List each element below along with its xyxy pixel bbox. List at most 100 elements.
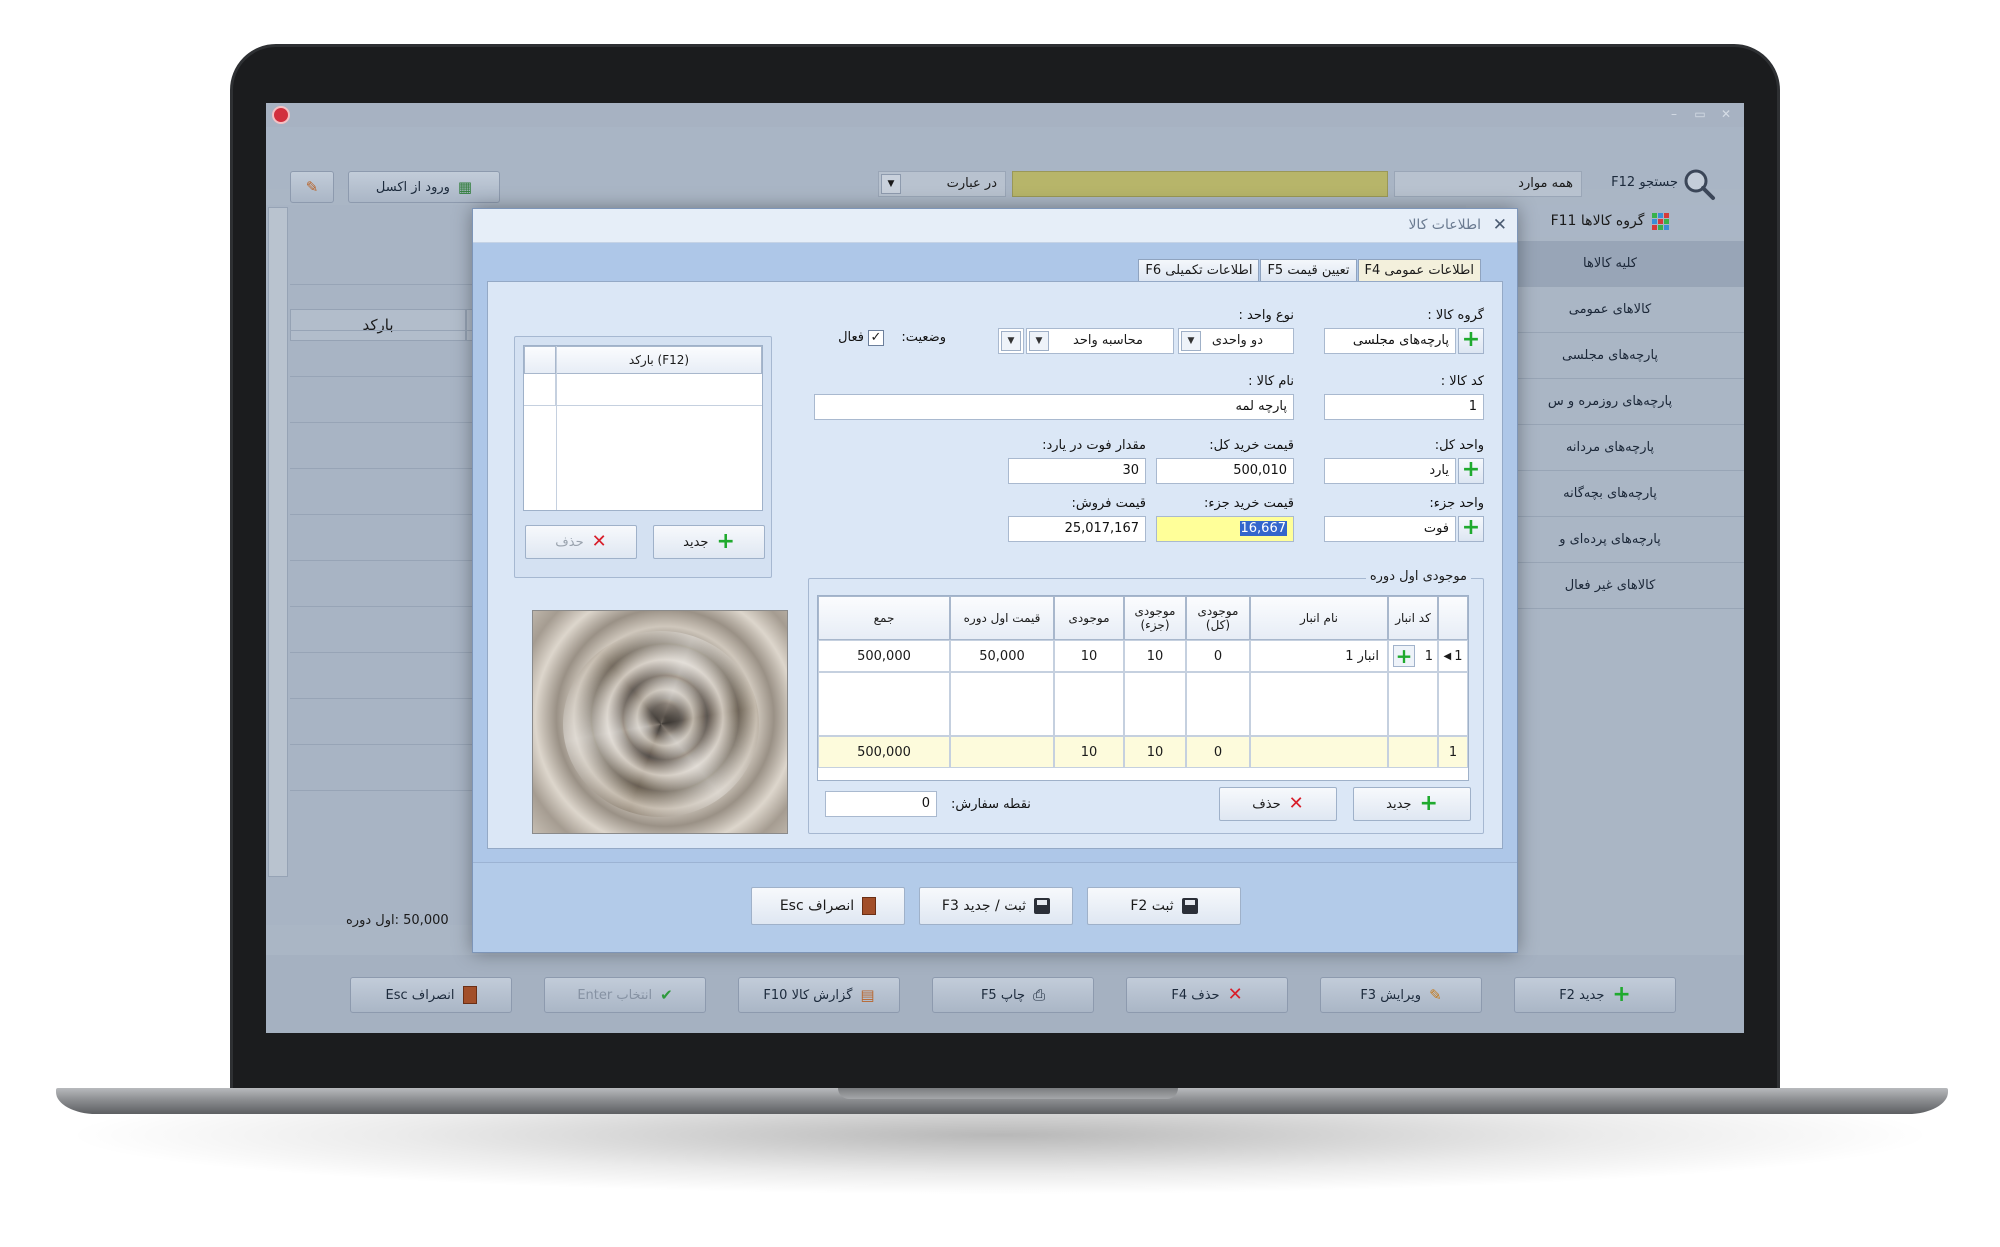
search-input[interactable]: [1012, 171, 1388, 197]
stock-cell-price[interactable]: 50,000: [950, 640, 1054, 672]
stock-summary-price: [950, 736, 1054, 768]
grid-scrollbar[interactable]: [268, 207, 288, 877]
stock-cell-total[interactable]: 0: [1186, 640, 1250, 672]
goods-info-dialog: اطلاعات کالا ✕ اطلاعات عمومی F4 تعیین قی…: [472, 208, 1518, 953]
cancel-label: انصراف Esc: [385, 987, 455, 1003]
code-field[interactable]: 1: [1324, 394, 1484, 420]
minimize-window-icon[interactable]: –: [1666, 107, 1682, 121]
stock-col-header[interactable]: موجودی (کل): [1186, 596, 1250, 640]
print-button[interactable]: ⎙ چاپ F5: [932, 977, 1094, 1013]
order-point-field[interactable]: 0: [825, 791, 937, 817]
chevron-down-icon[interactable]: ▼: [1001, 331, 1021, 351]
calc-unit-extra-dropdown[interactable]: ▼: [998, 328, 1024, 354]
stock-empty-cell: [1186, 672, 1250, 736]
active-checkbox[interactable]: ✓: [868, 330, 884, 346]
stock-cell-warehouse[interactable]: انبار 1: [1250, 640, 1388, 672]
stock-cell-stock[interactable]: 10: [1054, 640, 1124, 672]
dialog-tabs: اطلاعات عمومی F4 تعیین قیمت F5 اطلاعات ت…: [1137, 259, 1481, 283]
search-mode-value: در عبارت: [946, 176, 997, 191]
new-item-button[interactable]: + جدید F2: [1514, 977, 1676, 1013]
chevron-down-icon[interactable]: ▼: [1029, 331, 1049, 351]
printer-icon: ⎙: [1033, 986, 1046, 1004]
add-warehouse-icon[interactable]: +: [1393, 645, 1415, 667]
save-label: ثبت F2: [1130, 898, 1174, 914]
barcode-list[interactable]: (F12) بارکد: [523, 345, 763, 511]
stock-new-label: جدید: [1386, 796, 1412, 812]
stock-delete-button[interactable]: ✕ حذف: [1219, 787, 1337, 821]
barcode-new-label: جدید: [683, 534, 709, 550]
stock-col-header[interactable]: قیمت اول دوره: [950, 596, 1054, 640]
tab-general-info[interactable]: اطلاعات عمومی F4: [1357, 259, 1481, 283]
save-and-new-button[interactable]: ثبت / جدید F3: [919, 887, 1073, 925]
group-label: گروه کالا :: [1427, 308, 1484, 323]
buy-part-field[interactable]: 16,667: [1156, 516, 1294, 542]
calc-unit-value: محاسبه واحد: [1073, 333, 1143, 348]
exit-door-icon: [462, 986, 477, 1004]
barcode-col-divider: [556, 346, 557, 510]
delete-item-label: حذف F4: [1171, 987, 1220, 1003]
close-icon[interactable]: ✕: [1493, 215, 1507, 235]
unit-type-select[interactable]: ▼ دو واحدی: [1178, 328, 1294, 354]
stock-col-header[interactable]: موجودی: [1054, 596, 1124, 640]
calc-unit-select[interactable]: ▼ محاسبه واحد: [1026, 328, 1174, 354]
close-window-icon[interactable]: ✕: [1718, 107, 1734, 121]
delete-icon: ✕: [1227, 984, 1243, 1005]
stock-col-header[interactable]: کد انبار: [1388, 596, 1438, 640]
delete-item-button[interactable]: ✕ حذف F4: [1126, 977, 1288, 1013]
search-icon[interactable]: [1682, 167, 1716, 201]
main-unit-field[interactable]: یارد: [1324, 458, 1456, 484]
barcode-column-header[interactable]: (F12) بارکد: [556, 346, 762, 374]
search-mode-select[interactable]: ▼ در عبارت: [878, 171, 1006, 197]
report-button[interactable]: ▤ گزارش کالا F10: [738, 977, 900, 1013]
save-button[interactable]: ثبت F2: [1087, 887, 1241, 925]
stock-cell-part[interactable]: 10: [1124, 640, 1186, 672]
stock-col-header[interactable]: موجودی (جزء): [1124, 596, 1186, 640]
tab-pricing[interactable]: تعیین قیمت F5: [1260, 259, 1357, 281]
barcode-new-button[interactable]: + جدید: [653, 525, 765, 559]
group-field[interactable]: پارچه‌های مجلسی: [1324, 328, 1456, 354]
stock-empty-cell: [1388, 672, 1438, 736]
add-sub-unit-button[interactable]: +: [1458, 516, 1484, 542]
stock-new-button[interactable]: + جدید: [1353, 787, 1471, 821]
delete-icon: ✕: [591, 531, 607, 552]
cancel-button[interactable]: انصراف Esc: [350, 977, 512, 1013]
add-main-unit-button[interactable]: +: [1458, 458, 1484, 484]
add-group-button[interactable]: +: [1458, 328, 1484, 354]
barcode-row[interactable]: [556, 374, 762, 406]
feet-per-yard-field[interactable]: 30: [1008, 458, 1146, 484]
name-label: نام کالا :: [1248, 374, 1294, 389]
opening-stock-group: موجودی اول دوره کد انبار نام انبار موجود…: [808, 569, 1484, 834]
settings-button[interactable]: ✎: [290, 171, 334, 203]
sell-price-field[interactable]: 25,017,167: [1008, 516, 1146, 542]
dialog-title-bar: اطلاعات کالا ✕: [473, 209, 1517, 243]
edit-item-button[interactable]: ✎ ویرایش F3: [1320, 977, 1482, 1013]
search-scope-select[interactable]: همه موارد: [1394, 171, 1582, 197]
stock-delete-label: حذف: [1252, 796, 1281, 812]
sub-unit-field[interactable]: فوت: [1324, 516, 1456, 542]
dialog-cancel-button[interactable]: انصراف Esc: [751, 887, 905, 925]
stock-cell-code[interactable]: + 1: [1388, 640, 1438, 672]
stock-col-header[interactable]: جمع: [818, 596, 950, 640]
chevron-down-icon[interactable]: ▼: [1181, 331, 1201, 351]
excel-import-button[interactable]: ▦ ورود از اکسل: [348, 171, 500, 203]
dialog-title: اطلاعات کالا: [1408, 217, 1481, 233]
stock-cell-sum[interactable]: 500,000: [818, 640, 950, 672]
name-field[interactable]: پارچه لمه: [814, 394, 1294, 420]
stock-code-value: 1: [1424, 648, 1433, 664]
select-button[interactable]: ✔ انتخاب Enter: [544, 977, 706, 1013]
laptop-notch: [838, 1088, 1178, 1099]
tab-extra-info[interactable]: اطلاعات تکمیلی F6: [1138, 259, 1260, 281]
chevron-down-icon[interactable]: ▼: [881, 174, 901, 194]
stock-col-header[interactable]: نام انبار: [1250, 596, 1388, 640]
select-label: انتخاب Enter: [577, 987, 653, 1003]
stock-summary-index: 1: [1438, 736, 1468, 768]
unit-type-label: نوع واحد :: [1238, 308, 1295, 323]
report-icon: ▤: [860, 986, 875, 1004]
maximize-window-icon[interactable]: ▭: [1692, 107, 1708, 121]
barcode-delete-button[interactable]: ✕ حذف: [525, 525, 637, 559]
sub-unit-label: واحد جزء:: [1429, 496, 1484, 511]
grid-icon: [1652, 212, 1670, 230]
buy-total-field[interactable]: 500,010: [1156, 458, 1294, 484]
code-label: کد کالا :: [1440, 374, 1484, 389]
save-disk-icon: [1181, 898, 1198, 914]
